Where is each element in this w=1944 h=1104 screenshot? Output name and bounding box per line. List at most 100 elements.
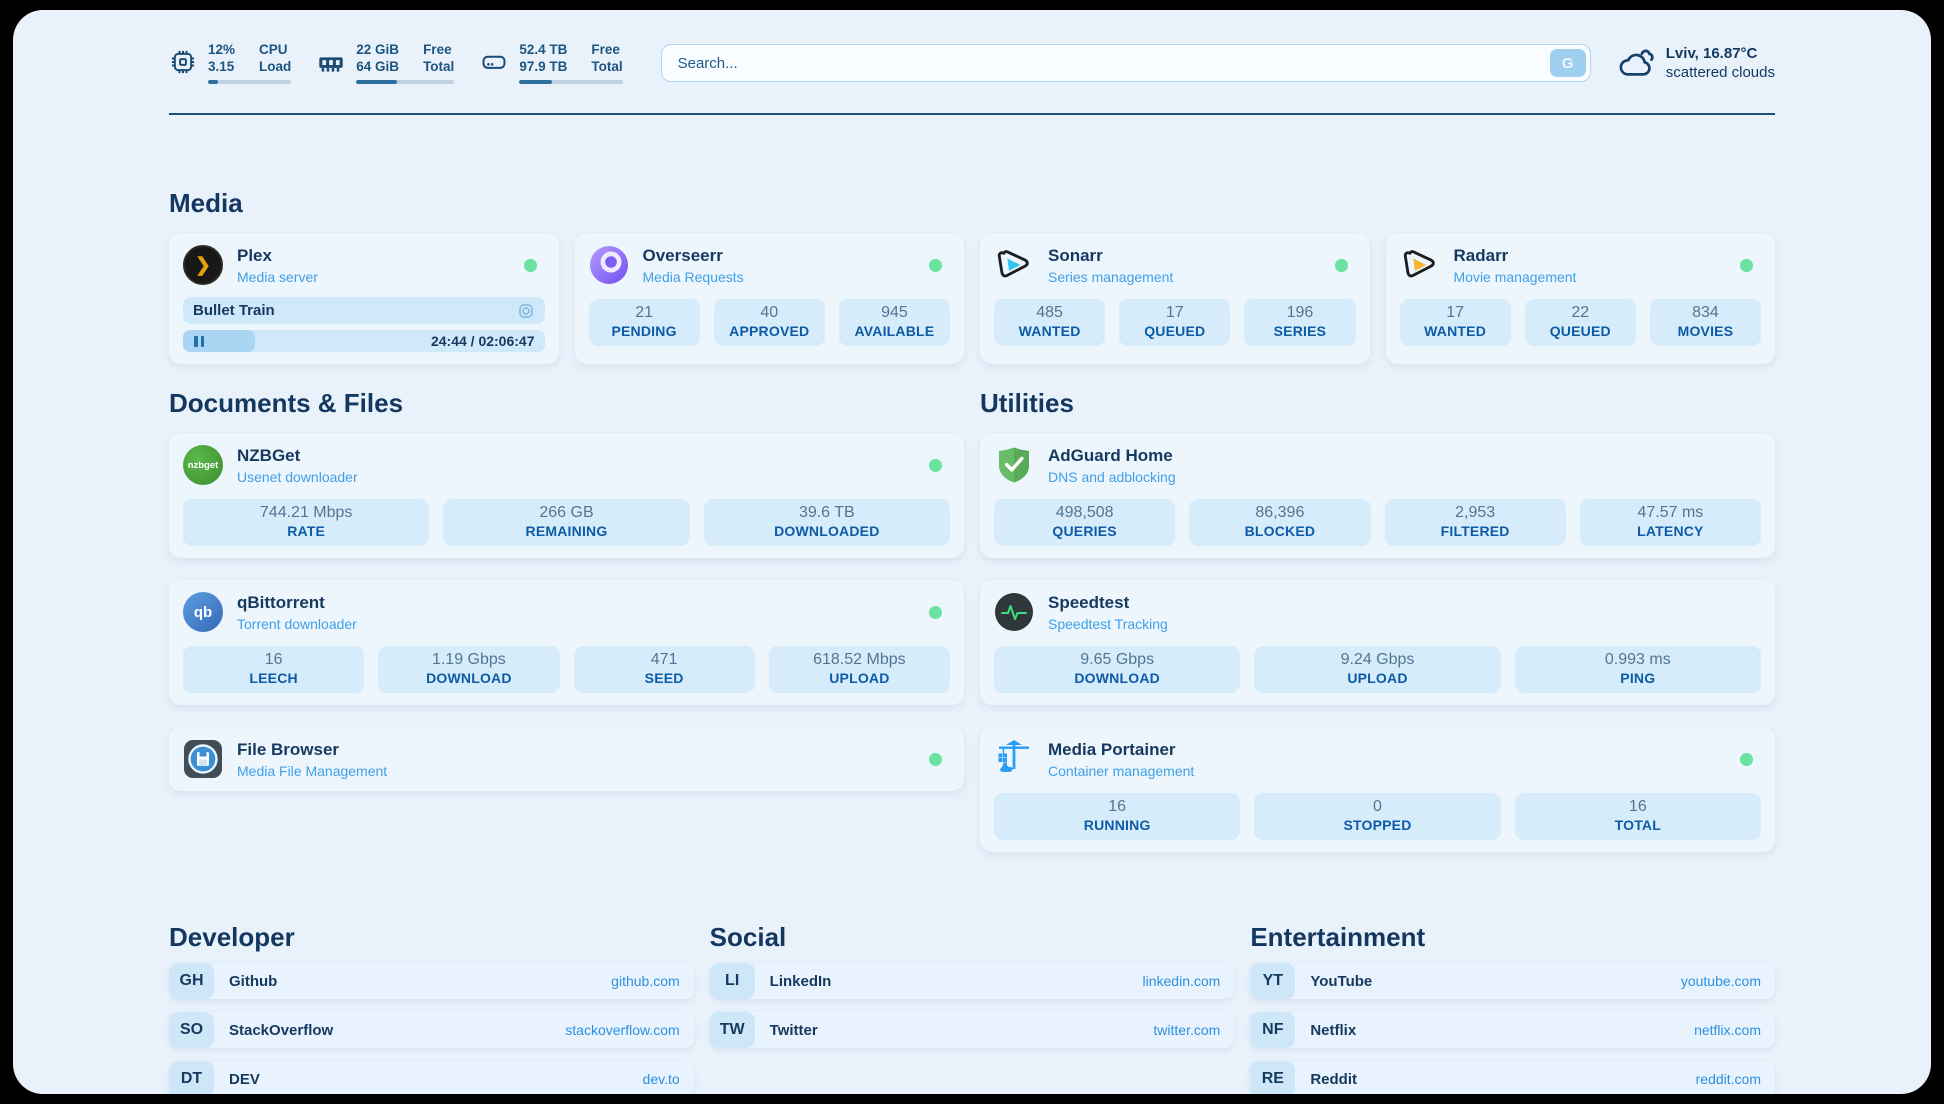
status-dot bbox=[929, 606, 942, 619]
service-name: NZBGet bbox=[237, 446, 358, 466]
cpu-progress-bar bbox=[208, 80, 291, 84]
status-dot bbox=[524, 259, 537, 272]
bookmark-name: Github bbox=[229, 973, 277, 990]
stat-box: 0.993 msPING bbox=[1515, 646, 1761, 693]
stat-box: 498,508QUERIES bbox=[994, 499, 1175, 546]
playback-time: 24:44 / 02:06:47 bbox=[431, 333, 545, 349]
stat-box: 22QUEUED bbox=[1525, 299, 1636, 346]
service-card-portainer[interactable]: Media Portainer Container management 16R… bbox=[980, 727, 1775, 852]
stat-box: 16TOTAL bbox=[1515, 793, 1761, 840]
service-subtitle: Usenet downloader bbox=[237, 469, 358, 485]
bookmark-link-netflix[interactable]: NF Netflix netflix.com bbox=[1250, 1012, 1775, 1048]
bookmark-abbr: SO bbox=[169, 1012, 214, 1048]
bookmark-link-dev[interactable]: DT DEV dev.to bbox=[169, 1061, 694, 1094]
service-name: File Browser bbox=[237, 740, 387, 760]
cpu-progress-fill bbox=[208, 80, 218, 84]
search-bar: G bbox=[661, 44, 1591, 82]
bookmark-name: LinkedIn bbox=[770, 973, 832, 990]
pause-icon bbox=[194, 336, 204, 347]
bookmark-url: dev.to bbox=[643, 1071, 694, 1087]
stat-box: 2,953FILTERED bbox=[1385, 499, 1566, 546]
bookmark-name: YouTube bbox=[1310, 973, 1372, 990]
topbar-divider bbox=[169, 113, 1775, 115]
section-media: Media ❯ Plex Media server Bullet Train bbox=[169, 188, 1775, 364]
bookmark-link-linkedin[interactable]: LI LinkedIn linkedin.com bbox=[710, 963, 1235, 999]
bookmark-name: StackOverflow bbox=[229, 1022, 333, 1039]
nzbget-icon: nzbget bbox=[183, 445, 223, 485]
section-title-utilities: Utilities bbox=[980, 388, 1775, 419]
ram-icon bbox=[317, 48, 345, 76]
bookmark-link-twitter[interactable]: TW Twitter twitter.com bbox=[710, 1012, 1235, 1048]
qbittorrent-icon: qb bbox=[183, 592, 223, 632]
bookmark-link-stackoverflow[interactable]: SO StackOverflow stackoverflow.com bbox=[169, 1012, 694, 1048]
cpu-label-1: CPU bbox=[259, 42, 291, 59]
section-utilities: Utilities AdGuard Home DNS and adblockin… bbox=[980, 388, 1775, 852]
service-card-sonarr[interactable]: Sonarr Series management 485WANTED 17QUE… bbox=[980, 233, 1370, 364]
service-card-plex[interactable]: ❯ Plex Media server Bullet Train 24:44 /… bbox=[169, 233, 559, 364]
dashboard-panel: 12% 3.15 CPU Load 22 GiB 64 GiB bbox=[13, 10, 1931, 1094]
filebrowser-icon bbox=[183, 739, 223, 779]
stat-box: 9.24 GbpsUPLOAD bbox=[1254, 646, 1500, 693]
sonarr-icon bbox=[994, 245, 1034, 285]
stat-box: 16LEECH bbox=[183, 646, 364, 693]
stat-box: 9.65 GbpsDOWNLOAD bbox=[994, 646, 1240, 693]
bookmark-group-developer: Developer GH Github github.com SO StackO… bbox=[169, 922, 694, 1094]
bookmark-name: Twitter bbox=[770, 1022, 818, 1039]
disk-free: 52.4 TB bbox=[519, 42, 567, 59]
service-name: Speedtest bbox=[1048, 593, 1168, 613]
cpu-percent: 12% bbox=[208, 42, 235, 59]
bookmark-abbr: DT bbox=[169, 1061, 214, 1094]
service-card-speedtest[interactable]: Speedtest Speedtest Tracking 9.65 GbpsDO… bbox=[980, 580, 1775, 705]
bookmark-url: linkedin.com bbox=[1143, 973, 1235, 989]
service-card-radarr[interactable]: Radarr Movie management 17WANTED 22QUEUE… bbox=[1386, 233, 1776, 364]
service-card-overseerr[interactable]: Overseerr Media Requests 21PENDING 40APP… bbox=[575, 233, 965, 364]
bookmark-link-reddit[interactable]: RE Reddit reddit.com bbox=[1250, 1061, 1775, 1094]
bookmark-group-title: Entertainment bbox=[1250, 922, 1775, 953]
ram-widget: 22 GiB 64 GiB Free Total bbox=[317, 42, 454, 84]
service-card-nzbget[interactable]: nzbget NZBGet Usenet downloader 744.21 M… bbox=[169, 433, 964, 558]
now-playing-title: Bullet Train bbox=[193, 302, 275, 319]
service-card-qbittorrent[interactable]: qb qBittorrent Torrent downloader 16LEEC… bbox=[169, 580, 964, 705]
section-title-media: Media bbox=[169, 188, 1775, 219]
stat-box: 945AVAILABLE bbox=[839, 299, 950, 346]
service-subtitle: DNS and adblocking bbox=[1048, 469, 1176, 485]
disk-progress-bar bbox=[519, 80, 622, 84]
overseerr-icon bbox=[589, 245, 629, 285]
bookmark-link-github[interactable]: GH Github github.com bbox=[169, 963, 694, 999]
playback-progress-bar: 24:44 / 02:06:47 bbox=[183, 330, 545, 352]
bookmark-group-title: Social bbox=[710, 922, 1235, 953]
cpu-load-avg: 3.15 bbox=[208, 59, 235, 76]
service-name: Media Portainer bbox=[1048, 740, 1194, 760]
ram-progress-bar bbox=[356, 80, 454, 84]
bookmark-name: Reddit bbox=[1310, 1071, 1357, 1088]
weather-condition: scattered clouds bbox=[1666, 63, 1775, 83]
service-subtitle: Series management bbox=[1048, 269, 1173, 285]
service-card-filebrowser[interactable]: File Browser Media File Management bbox=[169, 727, 964, 791]
service-card-adguard[interactable]: AdGuard Home DNS and adblocking 498,508Q… bbox=[980, 433, 1775, 558]
bookmark-url: stackoverflow.com bbox=[565, 1022, 693, 1038]
search-engine-button[interactable]: G bbox=[1550, 49, 1586, 77]
ram-label-1: Free bbox=[423, 42, 454, 59]
bookmark-abbr: GH bbox=[169, 963, 214, 999]
stat-box: 471SEED bbox=[574, 646, 755, 693]
status-dot bbox=[1740, 259, 1753, 272]
bookmark-link-youtube[interactable]: YT YouTube youtube.com bbox=[1250, 963, 1775, 999]
stat-box: 1.19 GbpsDOWNLOAD bbox=[378, 646, 559, 693]
stat-box: 834MOVIES bbox=[1650, 299, 1761, 346]
bookmark-group-entertainment: Entertainment YT YouTube youtube.com NF … bbox=[1250, 922, 1775, 1094]
bookmark-url: netflix.com bbox=[1694, 1022, 1775, 1038]
media-type-icon bbox=[517, 302, 535, 320]
stat-box: 21PENDING bbox=[589, 299, 700, 346]
service-name: Overseerr bbox=[643, 246, 744, 266]
section-title-documents: Documents & Files bbox=[169, 388, 964, 419]
cpu-label-2: Load bbox=[259, 59, 291, 76]
section-documents: Documents & Files nzbget NZBGet Usenet d… bbox=[169, 388, 964, 852]
bookmark-abbr: LI bbox=[710, 963, 755, 999]
cloud-icon bbox=[1617, 47, 1654, 79]
search-input[interactable] bbox=[661, 44, 1591, 82]
bookmark-url: youtube.com bbox=[1681, 973, 1775, 989]
disk-total: 97.9 TB bbox=[519, 59, 567, 76]
bookmark-group-title: Developer bbox=[169, 922, 694, 953]
service-name: Sonarr bbox=[1048, 246, 1173, 266]
adguard-icon bbox=[994, 445, 1034, 485]
